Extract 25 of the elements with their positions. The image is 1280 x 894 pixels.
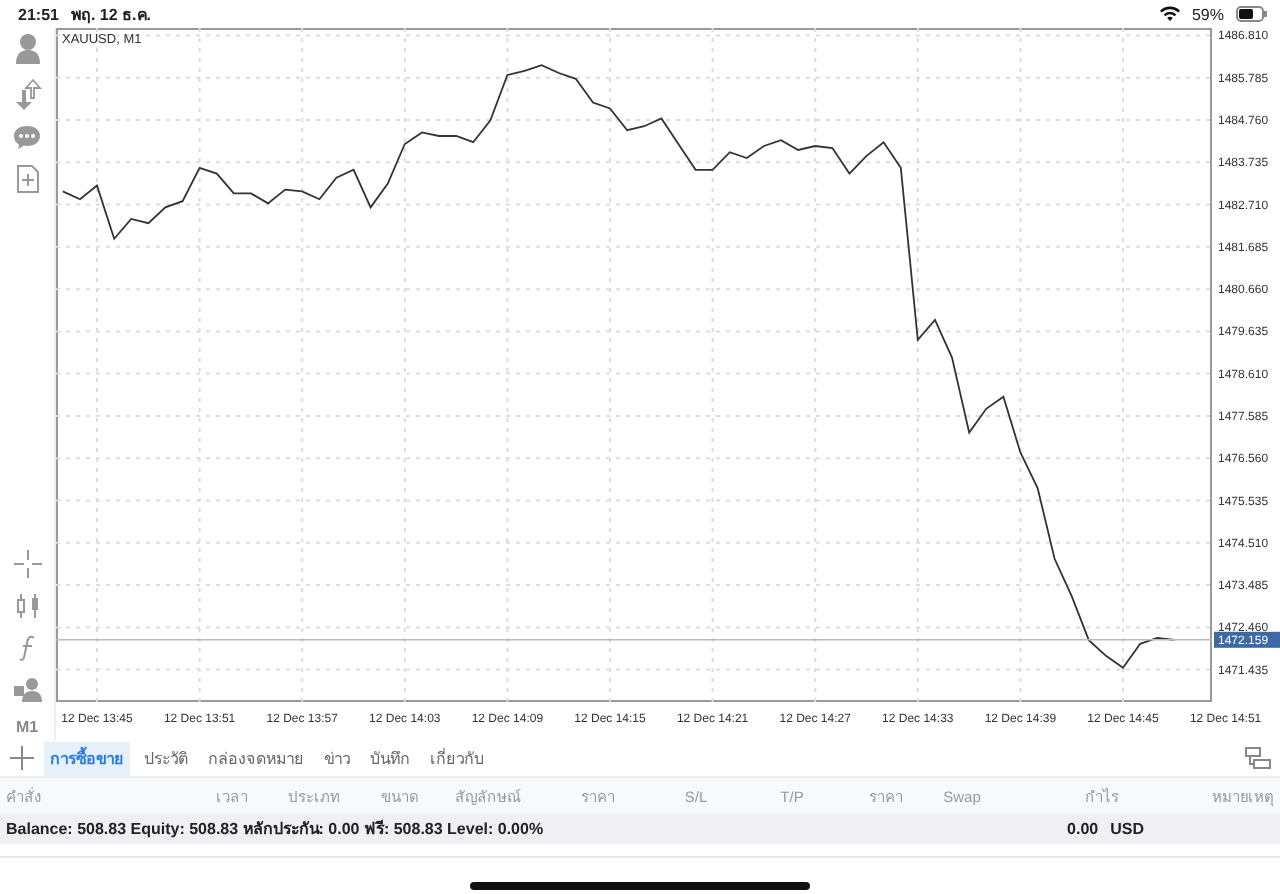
profit-value: 0.00 — [1067, 820, 1099, 838]
people-icon[interactable] — [11, 676, 43, 704]
battery-percent: 59% — [1191, 5, 1224, 23]
chat-icon[interactable] — [12, 124, 42, 150]
status-date: พฤ. 12 ธ.ค. — [70, 3, 151, 27]
clock-time: 21:51 — [18, 5, 59, 23]
account-summary: Balance: 508.83 Equity: 508.83 หลักประกัน: 0.00 ฟรี: 508.83 Level: 0.00% — [6, 818, 544, 842]
user-icon[interactable] — [13, 32, 41, 64]
candlestick-icon[interactable] — [13, 592, 41, 620]
crosshair-icon[interactable] — [13, 550, 41, 578]
wifi-icon — [1159, 6, 1180, 22]
plus-icon[interactable] — [8, 744, 36, 772]
layout-icon[interactable] — [1244, 746, 1272, 770]
updown-arrows-icon[interactable] — [13, 78, 41, 110]
tab[interactable]: ข่าว — [318, 741, 356, 775]
new-document-icon[interactable] — [15, 164, 39, 194]
tab[interactable]: กล่องจดหมาย — [202, 741, 310, 775]
tab[interactable]: เกี่ยวกับ — [424, 741, 490, 775]
currency-label: USD — [1110, 820, 1144, 838]
tab[interactable]: การซื้อขาย — [44, 741, 130, 775]
tab[interactable]: ประวัติ — [138, 741, 194, 775]
timeframe-button[interactable]: M1 — [15, 718, 39, 736]
battery-icon — [1236, 6, 1268, 22]
tab[interactable]: บันทึก — [364, 741, 416, 775]
function-icon[interactable] — [17, 634, 37, 662]
